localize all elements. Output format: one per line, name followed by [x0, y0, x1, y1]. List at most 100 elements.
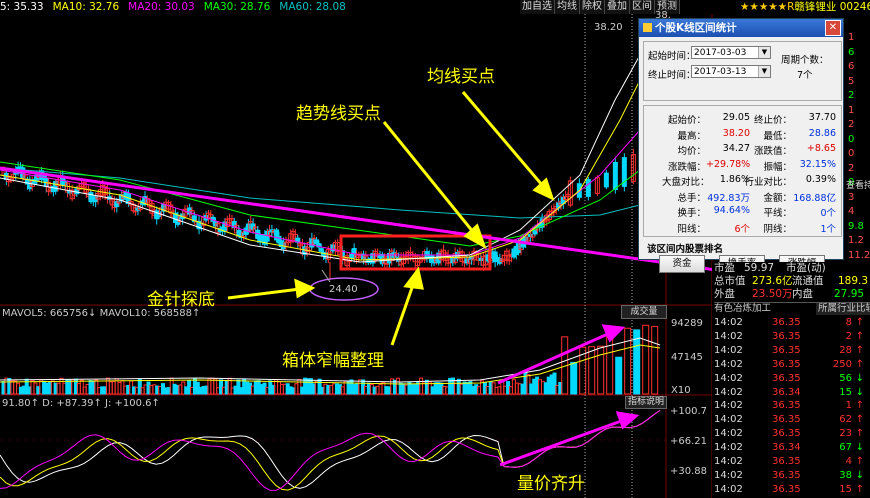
- volume-bar: [624, 327, 632, 395]
- stat-value: 28.86: [808, 127, 836, 139]
- vol-scale-mid: 47145: [671, 352, 703, 363]
- outer-inner-row: 外盘 23.50万 内盘 27.95: [714, 288, 870, 301]
- start-time-select[interactable]: 2017-03-03 ▼: [691, 46, 771, 59]
- tick-volume: 4: [845, 456, 852, 467]
- stat-value: 0.39%: [805, 174, 836, 185]
- arrow-down-icon: ↓: [855, 442, 864, 454]
- candle-body: [603, 172, 609, 188]
- right-edge-number: 2: [848, 90, 855, 101]
- inner-value: 27.95: [834, 288, 865, 300]
- volume-indicator-button[interactable]: 成交量: [621, 305, 667, 319]
- arrow-up-icon: ↑: [855, 330, 864, 342]
- right-edge-number: 4: [848, 206, 855, 217]
- right-edge-number: 0: [848, 148, 855, 159]
- tick-list[interactable]: 14:02 36.35 8 ↑ 14:02 36.35 2 ↑ 14:02 36.35 28 ↑ 14:…: [712, 316, 870, 498]
- right-edge-number: 1: [848, 104, 855, 116]
- tick-row: 14:02 36.35 8 ↑: [712, 316, 870, 330]
- period-count-label: 周期个数：: [781, 55, 829, 66]
- stats-group: 起始价： 29.05 终止价： 37.70 最高： 38.20 最低： 28.86 均价： 34.…: [643, 105, 842, 237]
- arrow-up-icon: ↑: [855, 400, 864, 412]
- mcap-row: 总市值 273.6亿 流通值 189.3: [714, 275, 870, 288]
- annotation-ma-buy: 均线买点: [427, 67, 495, 87]
- chevron-down-icon[interactable]: ▼: [758, 66, 770, 77]
- tick-time: 14:02: [714, 400, 743, 412]
- stat-label: 阳线：: [677, 223, 706, 235]
- mcap-value: 273.6亿: [752, 275, 793, 287]
- tick-time: 14:02: [714, 414, 743, 426]
- right-edge-number: 1.2: [848, 235, 864, 246]
- arrow-up-icon: ↑: [855, 414, 864, 426]
- tick-volume: 2: [845, 330, 852, 342]
- tick-volume: 250: [832, 358, 852, 370]
- stat-label: 阴线：: [763, 223, 792, 235]
- outer-value: 23.50万: [752, 288, 793, 300]
- tick-row: 14:02 36.35 28 ↑: [712, 344, 870, 358]
- quote-panel: 市盈 59.97 市盈(动) 总市值 273.6亿 流通值 189.3 外盘 2…: [712, 262, 870, 498]
- stat-value: 168.88亿: [793, 192, 836, 204]
- ma-line-4: [0, 54, 641, 263]
- tick-volume: 8: [845, 317, 852, 328]
- tick-time: 14:02: [714, 456, 743, 467]
- dialog-icon: [643, 23, 652, 32]
- tick-volume: 62: [839, 414, 852, 426]
- fund-rank-button[interactable]: 资金: [659, 255, 705, 273]
- chevron-down-icon[interactable]: ▼: [758, 47, 770, 58]
- stat-label: 换手：: [677, 208, 706, 219]
- tick-price: 36.35: [772, 414, 801, 426]
- tick-price: 36.34: [772, 442, 801, 454]
- pe-label: 市盈: [714, 262, 735, 274]
- stat-label: 终止价：: [753, 115, 792, 126]
- tick-price: 36.35: [772, 344, 801, 356]
- kdj-scale-3: +30.88: [670, 466, 707, 477]
- tick-time: 14:02: [714, 330, 743, 342]
- candle-body: [612, 161, 618, 191]
- tick-price: 36.35: [772, 358, 801, 370]
- stat-label: 涨跌值：: [753, 146, 792, 157]
- tick-row: 14:02 36.35 4 ↑: [712, 455, 870, 469]
- industry-compare-tab[interactable]: 所属行业比较: [816, 303, 870, 315]
- close-icon[interactable]: ✕: [825, 20, 841, 36]
- rank-label: 该区间内股票排名: [647, 244, 724, 255]
- end-time-label: 终止时间：: [648, 70, 696, 81]
- candle-body: [318, 248, 324, 252]
- annotation-needle-bottom: 金针探底: [147, 290, 215, 310]
- candle-body: [585, 179, 591, 197]
- tick-volume: 1: [845, 400, 852, 412]
- tick-volume: 56: [839, 372, 852, 384]
- right-edge-number: 2: [848, 162, 855, 174]
- annotation-trend-buy: 趋势线买点: [296, 104, 381, 124]
- pe-dyn-label: 市盈(动): [786, 262, 826, 274]
- tick-volume: 28: [839, 344, 852, 356]
- ma-lines-layer: [0, 54, 641, 263]
- pe-value: 59.97: [744, 262, 775, 274]
- tick-time: 14:02: [714, 428, 743, 440]
- kdj-scale-1: +100.7: [670, 406, 707, 417]
- stat-label: 均价：: [677, 146, 706, 157]
- tick-row: 14:02 36.35 15 ↑: [712, 483, 870, 497]
- end-time-select[interactable]: 2017-03-13 ▼: [691, 65, 771, 78]
- tick-volume: 23: [839, 428, 852, 440]
- vol-scale-unit: X10: [671, 385, 691, 396]
- tick-price: 36.35: [772, 372, 801, 384]
- tick-row: 14:02 36.35 62 ↑: [712, 413, 870, 427]
- volume-bar: [615, 356, 623, 395]
- volume-bar: [642, 324, 650, 395]
- arrow-up-icon: ↑: [855, 456, 864, 467]
- stat-label: 最低：: [763, 130, 792, 142]
- stat-value: 37.70: [808, 112, 836, 123]
- right-edge-number: 3: [848, 191, 855, 203]
- tick-time: 14:02: [714, 344, 743, 356]
- tick-time: 14:02: [714, 317, 743, 328]
- dialog-title: 个股K线区间统计: [655, 22, 737, 34]
- annotation-vol-price-rise: 量价齐升: [517, 474, 585, 494]
- right-edge-bottom-label[interactable]: 查看持: [846, 178, 870, 191]
- dialog-title-bar[interactable]: 个股K线区间统计 ✕: [639, 19, 843, 37]
- right-edge-number: 1: [848, 32, 855, 43]
- indicator-help-button[interactable]: 指标说明: [625, 396, 667, 409]
- tick-price: 36.35: [772, 330, 801, 342]
- stat-label: 最高：: [677, 130, 706, 142]
- stat-label: 大盘对比：: [662, 177, 710, 188]
- interval-stats-dialog[interactable]: 个股K线区间统计 ✕ 起始时间： 2017-03-03 ▼ 终止时间： 2017-…: [638, 18, 844, 273]
- arrow-down-icon: ↓: [855, 386, 864, 398]
- tick-row: 14:02 36.34 15 ↓: [712, 386, 870, 400]
